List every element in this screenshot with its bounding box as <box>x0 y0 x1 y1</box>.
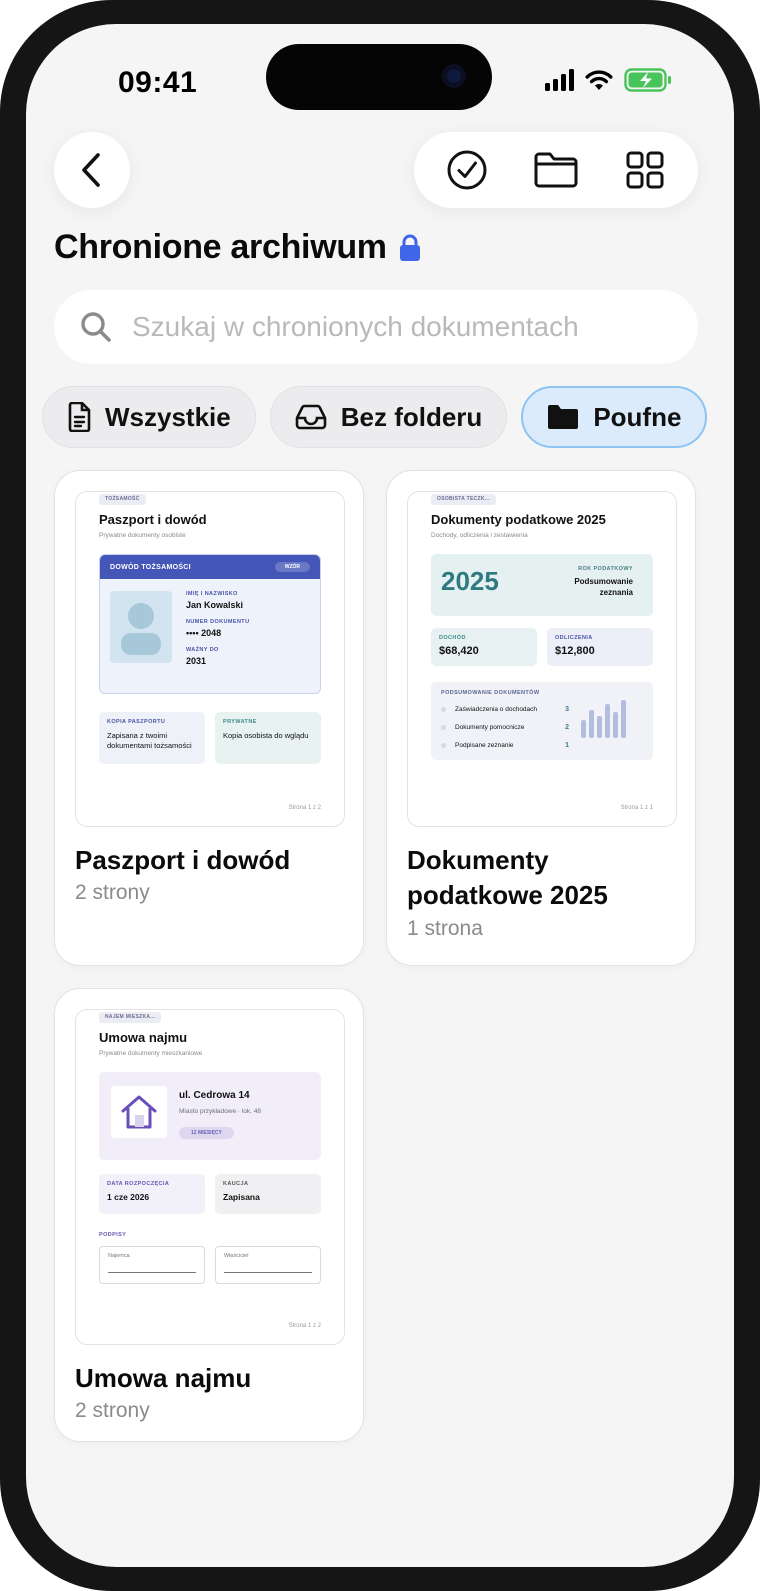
preview-subtitle: Dochody, odliczenia i zestawienia <box>431 532 528 539</box>
preview-tag: NAJEM MIESZKA... <box>99 1012 162 1023</box>
house-icon <box>111 1086 167 1138</box>
id-badge: WZÓR <box>274 562 310 572</box>
valid-label: WAŻNY DO <box>186 647 219 653</box>
status-icons <box>545 68 672 92</box>
number-value: •••• 2048 <box>186 628 222 638</box>
preview-tag: TOŻSAMOŚĆ <box>99 494 146 505</box>
tray-icon <box>295 404 327 430</box>
chevron-left-icon <box>82 153 100 187</box>
document-card-tax[interactable]: OSOBISTA TECZK... Dokumenty podatkowe 20… <box>386 470 696 966</box>
preview-box-passport-copy: KOPIA PASZPORTU Zapisana z twoimi dokume… <box>99 712 205 764</box>
preview-box-income: DOCHÓD $68,420 <box>431 628 537 666</box>
screen: 09:41 Chronione archiwum Szukaj w chroni… <box>26 24 734 1567</box>
preview-subtitle: Prywatne dokumenty osobiste <box>99 532 186 539</box>
status-time: 09:41 <box>118 66 198 99</box>
preview-footer: Strona 1 z 2 <box>288 1323 321 1329</box>
number-label: NUMER DOKUMENTU <box>186 619 250 625</box>
search-icon <box>81 312 111 342</box>
preview-subtitle: Prywatne dokumenty mieszkaniowe <box>99 1050 203 1057</box>
preview-tag: OSOBISTA TECZK... <box>431 494 496 505</box>
filter-chip-label: Bez folderu <box>340 401 483 432</box>
valid-value: 2031 <box>186 656 207 666</box>
preview-box-deductions: ODLICZENIA $12,800 <box>547 628 653 666</box>
battery-charging-icon <box>624 68 671 92</box>
bar-chart-icon <box>581 700 626 738</box>
document-page-count: 2 strony <box>75 881 150 904</box>
document-thumbnail: NAJEM MIESZKA... Umowa najmu Prywatne do… <box>75 1009 345 1345</box>
phone-frame: 09:41 Chronione archiwum Szukaj w chroni… <box>0 0 760 1591</box>
filter-chip-label: Wszystkie <box>105 401 231 432</box>
preview-summary: PODSUMOWANIE DOKUMENTÓW Zaświadczenia o … <box>431 682 653 760</box>
signature-field: Najemca <box>99 1246 205 1284</box>
document-thumbnail: OSOBISTA TECZK... Dokumenty podatkowe 20… <box>407 491 677 827</box>
preview-year-box: 2025 ROK PODATKOWY Podsumowanie zeznania <box>431 554 653 616</box>
page-title-row: Chronione archiwum <box>54 228 421 267</box>
preview-footer: Strona 1 z 2 <box>288 805 321 811</box>
dynamic-island <box>266 44 492 110</box>
document-name: Dokumenty podatkowe 2025 <box>407 845 608 910</box>
filter-chip-confidential[interactable]: Poufne <box>521 386 708 448</box>
preview-id-card: DOWÓD TOŻSAMOŚCI WZÓR IMIĘ I NAZWISKO Ja… <box>99 554 321 694</box>
preview-footer: Strona 1 z 1 <box>620 805 653 811</box>
grid-icon <box>626 151 664 189</box>
filter-chip-no-folder[interactable]: Bez folderu <box>269 386 508 448</box>
document-name: Umowa najmu <box>75 1363 252 1393</box>
document-page-count: 1 strona <box>407 917 483 940</box>
document-card-passport[interactable]: TOŻSAMOŚĆ Paszport i dowód Prywatne doku… <box>54 470 364 966</box>
signatures-label: PODPISY <box>99 1232 127 1238</box>
document-icon <box>68 402 91 432</box>
name-label: IMIĘ I NAZWISKO <box>186 591 238 597</box>
search-input[interactable] <box>132 311 672 343</box>
signature-field: Właściciel <box>215 1246 321 1284</box>
folder-icon <box>548 405 579 429</box>
document-card-lease[interactable]: NAJEM MIESZKA... Umowa najmu Prywatne do… <box>54 988 364 1442</box>
camera-icon <box>442 64 466 88</box>
filter-chip-all[interactable]: Wszystkie <box>42 386 256 448</box>
toolbar-actions <box>414 132 698 208</box>
page-title: Chronione archiwum <box>54 228 387 266</box>
cellular-signal-icon <box>545 69 574 91</box>
move-to-folder-button[interactable] <box>526 140 586 200</box>
preview-box-private: PRYWATNE Kopia osobista do wglądu <box>215 712 321 764</box>
summary-row: Zaświadczenia o dochodach 3 <box>441 706 569 713</box>
lock-icon <box>399 234 420 261</box>
search-bar[interactable] <box>54 290 698 364</box>
preview-address-box: ul. Cedrowa 14 Miasto przykładowe · lok.… <box>99 1072 321 1160</box>
id-header: DOWÓD TOŻSAMOŚCI <box>110 563 191 571</box>
back-button[interactable] <box>54 132 130 208</box>
summary-row: Podpisane zeznanie 1 <box>441 742 569 749</box>
filter-chips: Wszystkie Bez folderu Poufne <box>42 386 708 448</box>
checkmark-circle-icon <box>447 150 487 190</box>
document-name: Paszport i dowód <box>75 845 291 875</box>
preview-box-start-date: DATA ROZPOCZĘCIA 1 cze 2026 <box>99 1174 205 1214</box>
name-value: Jan Kowalski <box>186 600 244 610</box>
folder-icon <box>534 152 578 188</box>
wifi-icon <box>585 70 613 90</box>
person-placeholder-icon <box>110 591 172 663</box>
filter-chip-label: Poufne <box>593 401 682 432</box>
document-thumbnail: TOŻSAMOŚĆ Paszport i dowód Prywatne doku… <box>75 491 345 827</box>
preview-title: Paszport i dowód <box>99 512 207 527</box>
summary-row: Dokumenty pomocnicze 2 <box>441 724 569 731</box>
preview-title: Umowa najmu <box>99 1030 188 1045</box>
document-page-count: 2 strony <box>75 1399 150 1422</box>
preview-title: Dokumenty podatkowe 2025 <box>431 512 606 527</box>
select-button[interactable] <box>437 140 497 200</box>
preview-box-deposit: KAUCJA Zapisana <box>215 1174 321 1214</box>
grid-view-button[interactable] <box>615 140 675 200</box>
